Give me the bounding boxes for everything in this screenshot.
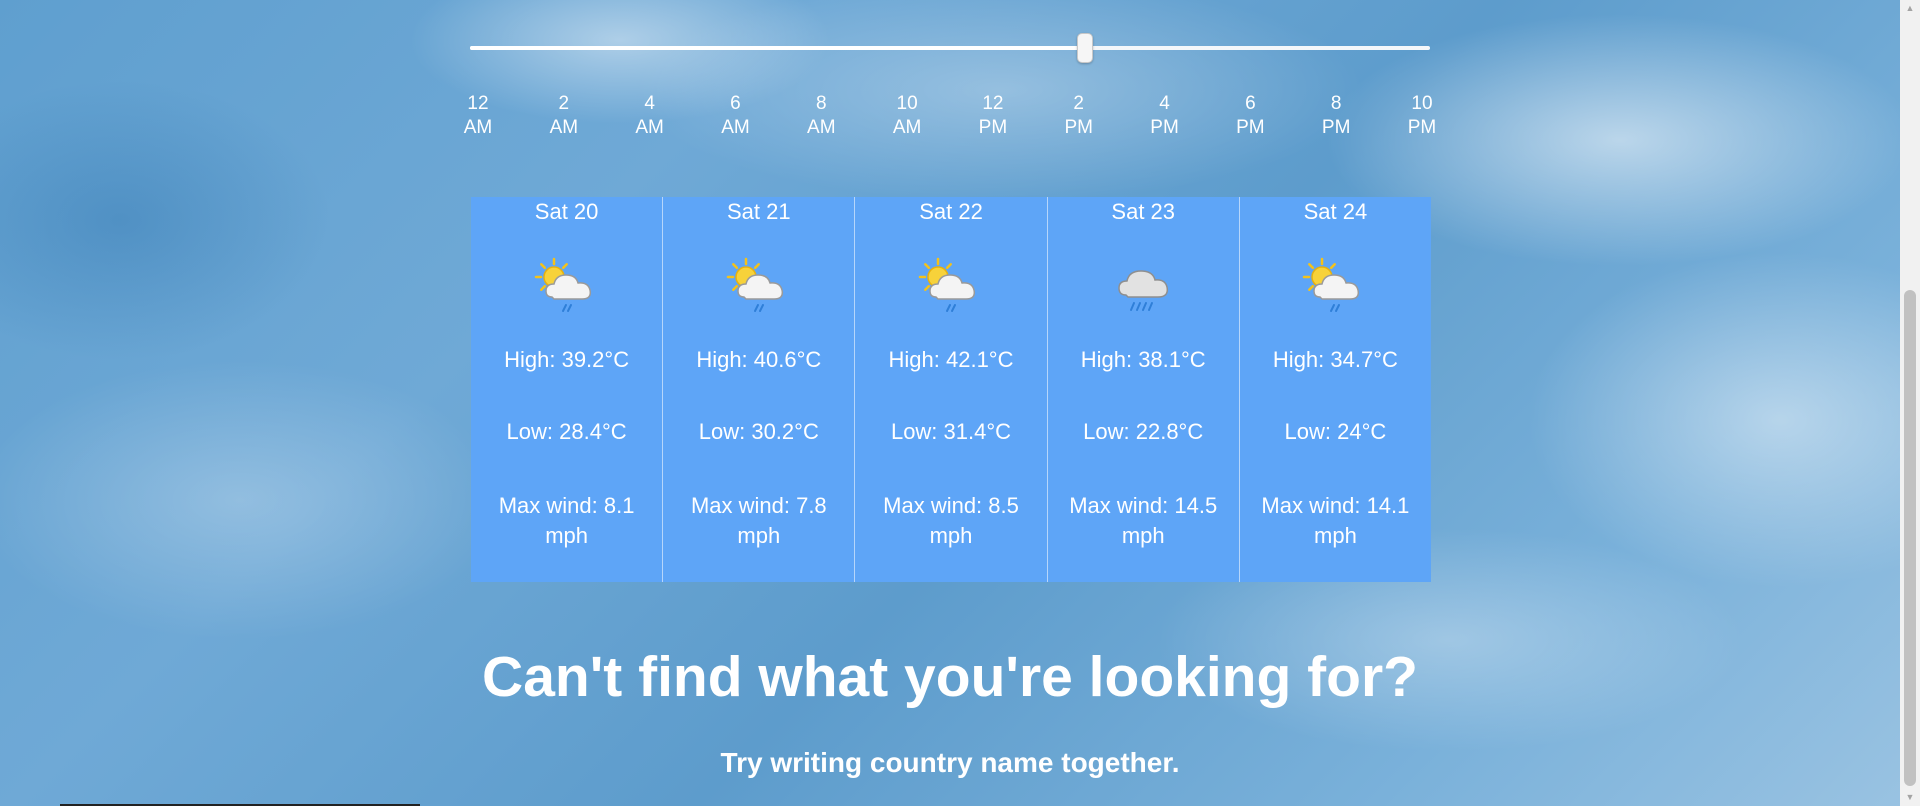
high-temperature: High: 40.6°C [696,347,822,372]
tick-period: AM [807,117,836,138]
high-temperature: High: 39.2°C [504,347,630,372]
day-title: Sat 20 [534,199,599,224]
tick-hour: 6 [730,93,741,114]
max-wind: Max wind: 8.1 mph [498,493,635,548]
tick-hour: 8 [815,93,827,114]
tick-hour: 4 [644,93,655,114]
sun-cloud-rain-icon [724,253,794,319]
time-tick-label: 12 PM [963,92,1023,140]
tick-hour: 2 [1073,93,1084,114]
tick-hour: 10 [896,93,918,114]
time-tick-label: 12 AM [448,92,508,140]
tick-hour: 4 [1159,93,1170,114]
time-tick-labels: 12 AM 2 AM 4 AM 6 AM 8 AM 10 AM 12 PM 2 PM 4 PM 6 PM 8 PM 10 PM [450,92,1450,142]
time-tick-label: 2 PM [1049,92,1109,140]
slider-thumb[interactable] [1077,33,1094,63]
max-wind: Max wind: 8.5 mph [883,493,1019,548]
forecast-day-card: Sat 21 High: 40.6°C Low: 30.2°C Max wind: 7… [662,197,854,582]
tick-period: AM [892,117,922,138]
low-temperature: Low: 31.4°C [890,419,1012,444]
slider-track-fill [470,46,1085,50]
forecast-day-card: Sat 24 High: 34.7°C Low: 24°C Max wind: 14.… [1238,197,1431,582]
high-temperature: High: 38.1°C [1080,347,1206,372]
sun-cloud-rain-icon [916,253,986,319]
tick-period: AM [635,117,664,138]
time-tick-label: 4 AM [620,92,680,140]
page: 12 AM 2 AM 4 AM 6 AM 8 AM 10 AM 12 PM 2 PM 4 PM 6 PM 8 PM 10 PM… [0,0,1900,806]
time-tick-label: 4 PM [1135,92,1195,140]
max-wind: Max wind: 7.8 mph [690,493,827,548]
tick-hour: 2 [558,93,570,114]
scroll-up-arrow-icon[interactable]: ▲ [1900,0,1920,17]
scroll-down-arrow-icon[interactable]: ▼ [1900,789,1920,806]
scrollbar-thumb[interactable] [1904,290,1916,786]
tick-period: AM [549,117,579,138]
tick-hour: 12 [982,93,1004,114]
tick-period: PM [1150,117,1179,138]
tick-period: PM [1236,117,1265,138]
scrollbar[interactable]: ▲ ▼ [1900,0,1920,806]
time-tick-label: 6 AM [705,92,765,140]
day-title: Sat 22 [919,199,983,224]
max-wind: Max wind: 14.5 mph [1069,493,1218,548]
tick-hour: 10 [1411,93,1433,114]
time-tick-label: 10 PM [1392,92,1452,140]
cloud-rain-icon [1108,253,1178,319]
sun-cloud-rain-icon [1300,253,1370,319]
high-temperature: High: 34.7°C [1272,347,1398,372]
time-tick-label: 10 AM [877,92,937,140]
time-slider[interactable] [470,33,1430,63]
forecast-day-card: Sat 22 High: 42.1°C Low: 31.4°C Max wind: 8… [854,197,1046,582]
forecast-day-card: Sat 23 High: 38.1°C Low: 22.8°C Max wind: 1… [1046,197,1239,582]
sun-cloud-rain-icon [532,253,602,319]
low-temperature: Low: 30.2°C [698,419,819,444]
time-tick-label: 6 PM [1220,92,1280,140]
tick-hour: 8 [1330,93,1342,114]
search-tip: Try writing country name together. [720,747,1180,778]
time-tick-label: 2 AM [534,92,594,140]
forecast-day-card: Sat 20 High: 39.2°C Low: 28.4°C Max wind: 8… [471,197,662,582]
forecast-row: Sat 20 High: 39.2°C Low: 28.4°C Max wind: 8… [471,197,1431,582]
tick-period: AM [463,117,493,138]
day-title: Sat 24 [1303,199,1368,224]
tick-period: PM [1321,117,1351,138]
high-temperature: High: 42.1°C [888,347,1014,372]
tick-period: PM [1064,117,1093,138]
low-temperature: Low: 22.8°C [1083,419,1204,444]
time-tick-label: 8 PM [1306,92,1366,140]
tick-period: AM [721,117,750,138]
max-wind: Max wind: 14.1 mph [1261,493,1410,548]
tick-period: PM [1407,117,1437,138]
low-temperature: Low: 24°C [1284,419,1387,444]
day-title: Sat 21 [727,199,791,224]
tick-hour: 6 [1245,93,1256,114]
not-found-heading: Can't find what you're looking for? [482,645,1418,709]
tick-hour: 12 [467,93,489,114]
day-title: Sat 23 [1111,199,1176,224]
low-temperature: Low: 28.4°C [506,419,627,444]
time-tick-label: 8 AM [791,92,851,140]
tick-period: PM [978,117,1008,138]
